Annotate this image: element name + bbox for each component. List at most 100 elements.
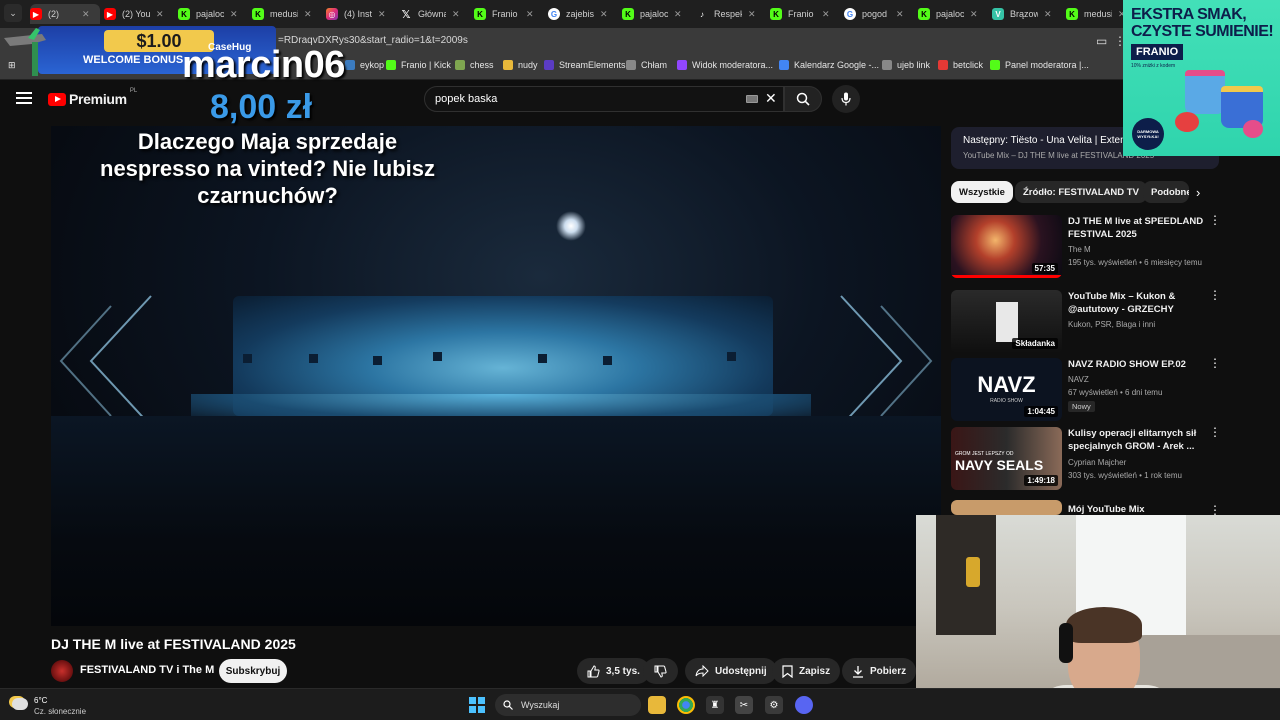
voice-search-button[interactable]	[832, 85, 860, 113]
headset	[1059, 623, 1073, 663]
close-tab-icon[interactable]: ✕	[452, 9, 460, 20]
logo-text: Premium	[69, 91, 127, 107]
app-icon[interactable]: ♜	[706, 696, 724, 714]
browser-tab[interactable]: ◎ (4) Inst ✕	[326, 4, 396, 24]
bookmark-item[interactable]: betclick	[938, 60, 983, 70]
taskbar-search[interactable]: Wyszukaj	[495, 694, 641, 716]
bookmark-item[interactable]: chess	[455, 60, 494, 70]
fruit-decoration	[1243, 120, 1263, 138]
discord-icon[interactable]	[795, 696, 813, 714]
save-button[interactable]: Zapisz	[772, 658, 841, 684]
bookmark-item[interactable]: nudy	[503, 60, 538, 70]
search-icon	[796, 92, 810, 106]
chrome-icon[interactable]	[677, 696, 695, 714]
keyboard-icon[interactable]	[746, 95, 758, 103]
video-thumbnail[interactable]: GROM JEST LEPSZY OD NAVY SEALS 1:49:18	[951, 427, 1062, 490]
chip-all[interactable]: Wszystkie	[951, 181, 1013, 203]
youtube-premium-logo[interactable]: Premium PL	[48, 88, 137, 107]
close-tab-icon[interactable]: ✕	[600, 9, 608, 20]
taskbar-search-placeholder: Wyszukaj	[521, 700, 560, 710]
close-tab-icon[interactable]: ✕	[156, 9, 164, 20]
bookmark-item[interactable]: Widok moderatora...	[677, 60, 773, 70]
video-thumbnail[interactable]: Składanka	[951, 290, 1062, 353]
video-duration: 1:04:45	[1024, 406, 1058, 417]
browser-tab[interactable]: 𝕏 Główna ✕	[400, 4, 470, 24]
search-button[interactable]	[784, 86, 822, 112]
more-options-icon[interactable]: ⋮	[1209, 289, 1221, 301]
browser-tab[interactable]: K Franio ✕	[474, 4, 544, 24]
stage-light-box	[243, 354, 252, 363]
more-options-icon[interactable]: ⋮	[1209, 214, 1221, 226]
file-explorer-icon[interactable]	[648, 696, 666, 714]
weather-widget[interactable]: 6°C Cz. słonecznie	[12, 695, 86, 717]
close-tab-icon[interactable]: ✕	[378, 9, 386, 20]
bookmark-item[interactable]: Kalendarz Google -...	[779, 60, 879, 70]
close-tab-icon[interactable]: ✕	[674, 9, 682, 20]
recommendation-item[interactable]: GROM JEST LEPSZY OD NAVY SEALS 1:49:18 K…	[951, 426, 1221, 491]
video-thumbnail[interactable]: 57:35	[951, 215, 1062, 278]
close-tab-icon[interactable]: ✕	[526, 9, 534, 20]
new-badge: Nowy	[1068, 401, 1095, 412]
browser-tab[interactable]: K Franio ✕	[770, 4, 840, 24]
cast-icon[interactable]: ▭	[1096, 34, 1110, 48]
more-options-icon[interactable]: ⋮	[1209, 504, 1221, 516]
browser-tab[interactable]: Kmedusi ✕	[252, 4, 322, 24]
menu-icon[interactable]	[16, 92, 32, 104]
close-tab-icon[interactable]: ✕	[230, 9, 238, 20]
partly-sunny-icon	[12, 698, 28, 710]
settings-gear-icon[interactable]: ⚙	[765, 696, 783, 714]
close-tab-icon[interactable]: ✕	[970, 9, 978, 20]
clear-search-icon[interactable]: ✕	[765, 90, 777, 107]
close-tab-icon[interactable]: ✕	[748, 9, 756, 20]
channel-name[interactable]: FESTIVALAND TV i The M	[80, 664, 214, 676]
more-options-icon[interactable]: ⋮	[1209, 426, 1221, 438]
close-tab-icon[interactable]: ✕	[304, 9, 312, 20]
bookmark-item[interactable]: Franio | Kick	[386, 60, 451, 70]
bookmark-item[interactable]: Panel moderatora |...	[990, 60, 1089, 70]
more-options-icon[interactable]: ⋮	[1209, 357, 1221, 369]
browser-tab[interactable]: Kpajaloc ✕	[622, 4, 692, 24]
like-button[interactable]: 3,5 tys.	[577, 658, 650, 684]
download-button[interactable]: Pobierz	[842, 658, 917, 684]
browser-tab[interactable]: Kpajaloc ✕	[178, 4, 248, 24]
bookmark-item[interactable]: Chłam	[626, 60, 667, 70]
left-chevron-lights	[59, 295, 152, 427]
bookmark-label: Chłam	[641, 60, 668, 70]
recommendation-item[interactable]: Składanka YouTube Mix – Kukon & @aututow…	[951, 289, 1221, 354]
browser-tab[interactable]: Gpogod ✕	[844, 4, 914, 24]
tab-search-button[interactable]: ⌄	[4, 4, 22, 22]
browser-tab[interactable]: ♪ Respek ✕	[696, 4, 766, 24]
browser-tab[interactable]: Kpajaloc ✕	[918, 4, 988, 24]
mix-artwork	[996, 302, 1018, 342]
kick-icon: K	[770, 8, 782, 20]
browser-tab[interactable]: Gzajebis ✕	[548, 4, 618, 24]
close-tab-icon[interactable]: ✕	[82, 9, 90, 20]
browser-tab[interactable]: ▶ (2) You ✕	[104, 4, 174, 24]
chip-related[interactable]: Podobne	[1143, 181, 1189, 203]
subscribe-button[interactable]: Subskrybuj	[219, 659, 287, 683]
chevron-right-icon[interactable]: ›	[1196, 185, 1200, 200]
share-button[interactable]: Udostępnij	[685, 658, 777, 684]
browser-tab[interactable]: V Brązow ✕	[992, 4, 1062, 24]
video-thumbnail[interactable]	[951, 500, 1062, 515]
video-thumbnail[interactable]: NAVZ RADIO SHOW 1:04:45	[951, 358, 1062, 421]
close-tab-icon[interactable]: ✕	[896, 9, 904, 20]
bookmark-item[interactable]: ujeb link	[882, 60, 930, 70]
recommendation-item[interactable]: NAVZ RADIO SHOW 1:04:45 NAVZ RADIO SHOW …	[951, 357, 1221, 422]
chip-source[interactable]: Źródło: FESTIVALAND TV	[1015, 181, 1147, 203]
recommendation-item[interactable]: 57:35 DJ THE M live at SPEEDLAND FESTIVA…	[951, 214, 1221, 279]
windows-start-icon[interactable]	[469, 697, 485, 713]
browser-tab[interactable]: ▶ (2) ✕	[30, 4, 100, 24]
ad-headline: EKSTRA SMAK, CZYSTE SUMIENIE!	[1131, 6, 1274, 40]
recommendation-title: NAVZ RADIO SHOW EP.02	[1068, 359, 1186, 370]
recommendation-item[interactable]: Mój YouTube Mix ⋮	[951, 500, 1221, 516]
bookmark-item[interactable]: StreamElements	[544, 60, 626, 70]
close-tab-icon[interactable]: ✕	[822, 9, 830, 20]
close-tab-icon[interactable]: ✕	[1044, 9, 1052, 20]
snipping-tool-icon[interactable]: ✂	[735, 696, 753, 714]
search-input[interactable]: popek baska ✕	[424, 86, 784, 112]
dislike-button[interactable]	[643, 658, 678, 684]
bookmark-item[interactable]: eykop	[345, 60, 384, 70]
channel-avatar[interactable]	[51, 660, 73, 682]
download-icon	[853, 665, 863, 678]
